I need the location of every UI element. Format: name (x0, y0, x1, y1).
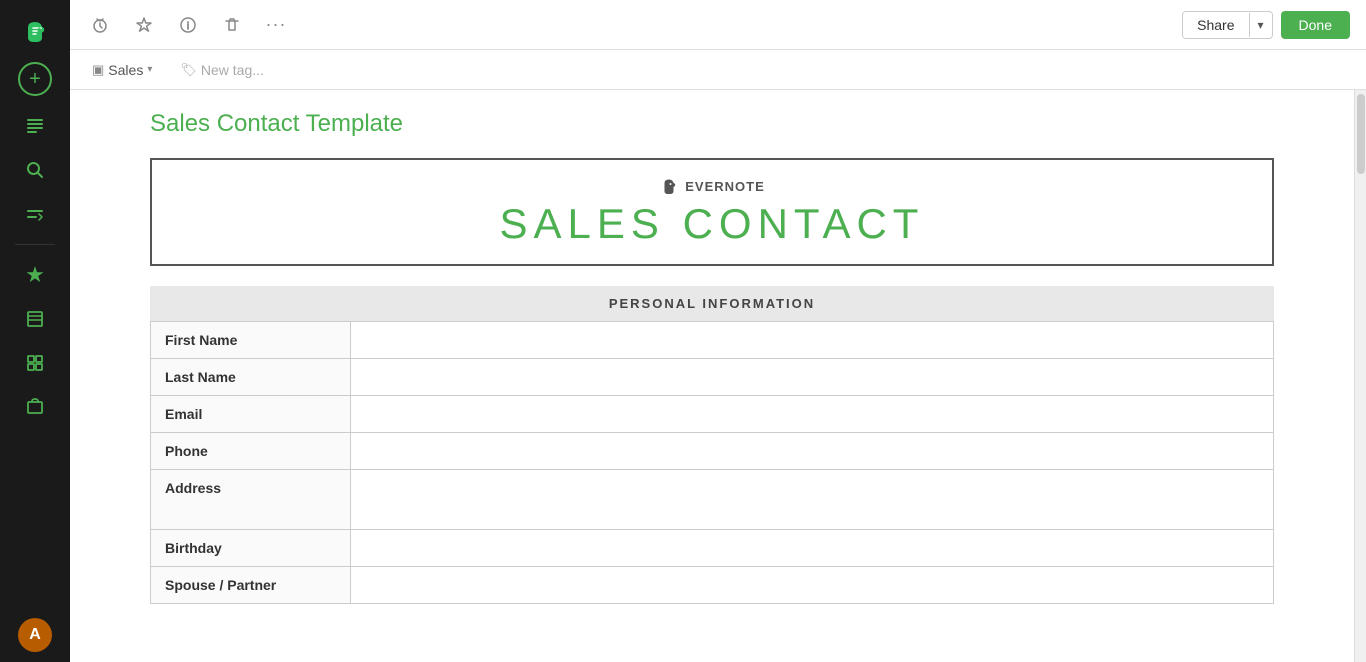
reminder-icon[interactable] (86, 11, 114, 39)
new-note-button[interactable]: + (18, 62, 52, 96)
field-label: Last Name (151, 359, 351, 396)
notebook-icon: ▣ (92, 62, 104, 78)
delete-icon[interactable] (218, 11, 246, 39)
table-row: Spouse / Partner (151, 567, 1274, 604)
field-value[interactable] (351, 433, 1274, 470)
field-value[interactable] (351, 530, 1274, 567)
tags-icon[interactable] (17, 345, 53, 381)
field-value[interactable] (351, 322, 1274, 359)
scrollbar-thumb[interactable] (1357, 94, 1365, 174)
market-icon[interactable] (17, 389, 53, 425)
field-label: Email (151, 396, 351, 433)
note-title[interactable]: Sales Contact Template (150, 110, 1274, 138)
sidebar: + ★ (0, 0, 70, 662)
table-row: First Name (151, 322, 1274, 359)
field-label: First Name (151, 322, 351, 359)
contact-table: First NameLast NameEmailPhoneAddressBirt… (150, 321, 1274, 604)
tag-icon: 🏷 (180, 62, 197, 78)
sidebar-bottom: A (18, 618, 52, 652)
avatar[interactable]: A (18, 618, 52, 652)
toolbar-right: Share ▾ Done (1182, 11, 1350, 39)
share-label[interactable]: Share (1183, 12, 1248, 38)
notebook-selector[interactable]: ▣ Sales ▾ (86, 59, 158, 81)
tag-placeholder: New tag... (201, 62, 264, 78)
sales-contact-banner: EVERNOTE SALES CONTACT (150, 158, 1274, 266)
notebook-name: Sales (108, 62, 143, 78)
favorites-icon[interactable]: ★ (17, 257, 53, 293)
notebooks-icon[interactable] (17, 301, 53, 337)
note-content: Sales Contact Template EVERNOTE SALES CO… (70, 90, 1354, 662)
sidebar-divider (15, 244, 55, 245)
toolbar-left: ··· (86, 11, 290, 39)
field-label: Birthday (151, 530, 351, 567)
shortcut-star-icon[interactable] (130, 11, 158, 39)
field-label: Phone (151, 433, 351, 470)
scrollbar-track[interactable] (1354, 90, 1366, 662)
main-content: ··· Share ▾ Done ▣ Sales ▾ 🏷 New tag... … (70, 0, 1366, 662)
share-dropdown-caret[interactable]: ▾ (1249, 13, 1272, 37)
field-label: Spouse / Partner (151, 567, 351, 604)
more-options-icon[interactable]: ··· (262, 11, 290, 39)
table-row: Email (151, 396, 1274, 433)
field-value[interactable] (351, 567, 1274, 604)
section-header: PERSONAL INFORMATION (150, 286, 1274, 321)
notes-list-icon[interactable] (17, 108, 53, 144)
done-button[interactable]: Done (1281, 11, 1350, 39)
tag-input[interactable]: 🏷 New tag... (174, 59, 270, 81)
toolbar: ··· Share ▾ Done (70, 0, 1366, 50)
banner-brand: EVERNOTE (659, 176, 765, 196)
search-icon[interactable] (17, 152, 53, 188)
field-value[interactable] (351, 359, 1274, 396)
share-button-group: Share ▾ (1182, 11, 1272, 39)
notebook-caret-icon: ▾ (147, 64, 152, 75)
table-row: Address (151, 470, 1274, 530)
table-row: Phone (151, 433, 1274, 470)
field-label: Address (151, 470, 351, 530)
evernote-logo[interactable] (17, 14, 53, 50)
table-row: Last Name (151, 359, 1274, 396)
table-row: Birthday (151, 530, 1274, 567)
note-meta-bar: ▣ Sales ▾ 🏷 New tag... (70, 50, 1366, 90)
field-value[interactable] (351, 396, 1274, 433)
shortcuts-icon[interactable] (17, 196, 53, 232)
info-icon[interactable] (174, 11, 202, 39)
field-value[interactable] (351, 470, 1274, 530)
banner-title-text: SALES CONTACT (500, 200, 925, 248)
banner-brand-text: EVERNOTE (685, 179, 765, 194)
